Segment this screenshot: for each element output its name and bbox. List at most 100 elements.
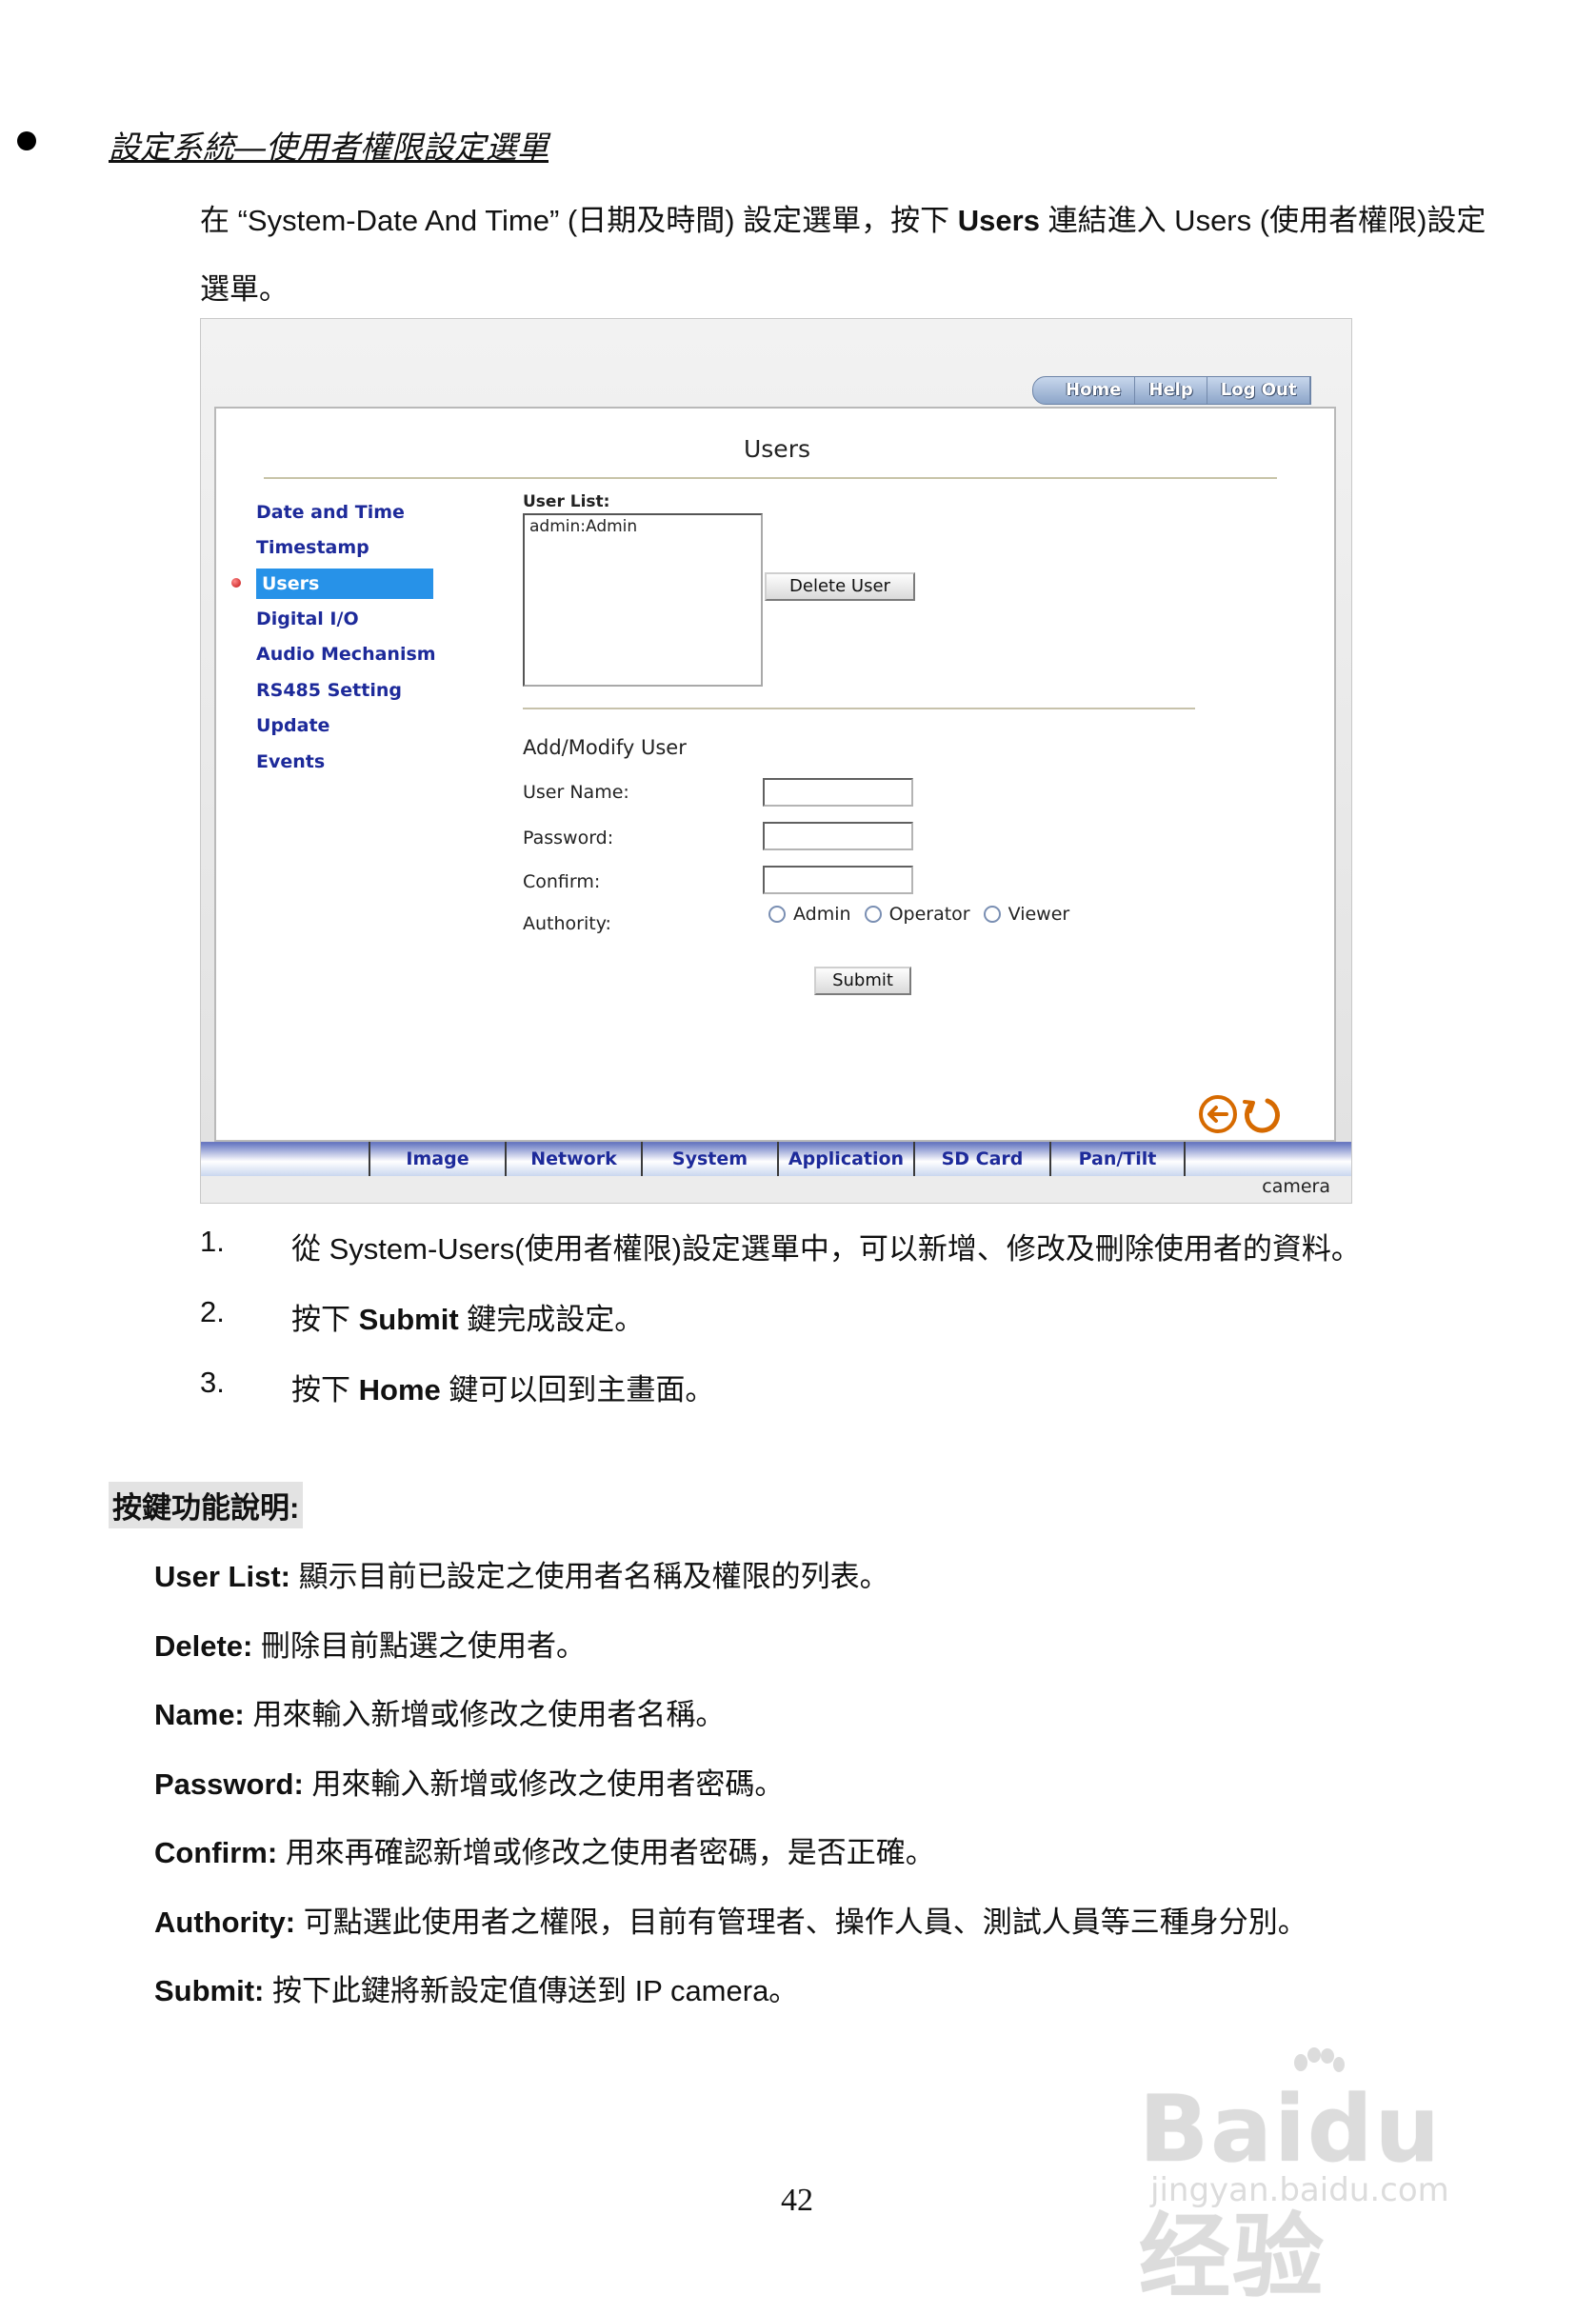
list-item: Name: 用來輸入新增或修改之使用者名稱。	[154, 1690, 1535, 1760]
definition-desc: 顯示目前已設定之使用者名稱及權限的列表。	[289, 1560, 889, 1593]
authority-option-label: Operator	[888, 904, 970, 925]
list-item: 3. 按下 Home 鍵可以回到主畫面。	[200, 1366, 1533, 1436]
definition-term: Delete:	[154, 1628, 253, 1663]
authority-label: Authority:	[523, 913, 611, 934]
sidebar-item-events[interactable]: Events	[256, 751, 325, 772]
section-heading-link[interactable]: 設定系統—使用者權限設定選單	[109, 122, 549, 168]
sidebar-item-rs485-setting[interactable]: RS485 Setting	[256, 680, 402, 701]
confirm-input[interactable]	[763, 866, 913, 894]
page-number: 42	[781, 2183, 813, 2218]
step-text: 按下 Submit 鍵完成設定。	[291, 1295, 644, 1338]
section-title: 按鍵功能說明:	[109, 1482, 304, 1528]
definition-term: Confirm:	[154, 1836, 278, 1869]
user-list-item[interactable]: admin:Admin	[529, 517, 756, 536]
step-text-part: 鍵可以回到主畫面。	[440, 1373, 715, 1407]
camera-ui-screenshot: Home Help Log Out Users Date and Time Ti…	[200, 318, 1352, 1204]
step-number: 2.	[200, 1295, 225, 1328]
sidebar-item-users[interactable]: Users	[256, 569, 433, 599]
watermark-sub-text: jingyan.baidu.com	[1150, 2171, 1449, 2209]
list-item: Delete: 刪除目前點選之使用者。	[154, 1622, 1535, 1691]
radio-icon[interactable]	[864, 906, 882, 923]
list-item: Authority: 可點選此使用者之權限，目前有管理者、操作人員、測試人員等三…	[154, 1898, 1535, 1967]
sidebar-item-timestamp[interactable]: Timestamp	[256, 537, 369, 558]
page-title: Users	[743, 435, 810, 463]
user-name-input[interactable]	[763, 778, 913, 807]
definition-desc: 刪除目前點選之使用者。	[252, 1628, 586, 1663]
authority-option-label: Viewer	[1007, 904, 1070, 925]
bullet-dot	[17, 131, 36, 150]
definition-term: Authority:	[154, 1905, 296, 1939]
list-item: 2. 按下 Submit 鍵完成設定。	[200, 1295, 1533, 1366]
radio-icon[interactable]	[768, 906, 786, 923]
sidebar-item-update[interactable]: Update	[256, 715, 329, 736]
definition-desc: 用來輸入新增或修改之使用者名稱。	[244, 1698, 726, 1731]
tab-image[interactable]: Image	[369, 1142, 505, 1176]
intro-text-1: 在 “System-Date And Time” (日期及時間) 設定選單，按下	[200, 204, 958, 237]
list-item: Submit: 按下此鍵將新設定值傳送到 IP camera。	[154, 1966, 1535, 2036]
user-list-label: User List:	[523, 492, 610, 511]
tab-pan-tilt[interactable]: Pan/Tilt	[1049, 1142, 1186, 1176]
step-text-part: 按下	[291, 1373, 359, 1407]
tab-application[interactable]: Application	[777, 1142, 913, 1176]
confirm-label: Confirm:	[523, 871, 601, 892]
steps-list: 1. 從 System-Users(使用者權限)設定選單中，可以新增、修改及刪除…	[200, 1225, 1533, 1436]
step-bold-term: Home	[358, 1373, 441, 1407]
brand-label: camera	[1262, 1176, 1330, 1197]
authority-option-admin[interactable]: Admin	[768, 904, 851, 925]
list-item: User List: 顯示目前已設定之使用者名稱及權限的列表。	[154, 1552, 1535, 1622]
help-nav-button[interactable]: Help	[1135, 377, 1207, 404]
definition-term: Submit:	[154, 1974, 265, 2007]
password-input[interactable]	[763, 822, 913, 850]
add-modify-title: Add/Modify User	[523, 736, 687, 759]
step-text-part: 從 System-Users(使用者權限)設定選單中，可以新增、修改及刪除使用者…	[291, 1232, 1361, 1266]
definition-term: User List:	[154, 1560, 290, 1593]
definition-term: Password:	[154, 1766, 304, 1801]
authority-radio-group: Admin Operator Viewer	[768, 904, 1083, 925]
top-navigation: Home Help Log Out	[1032, 376, 1312, 405]
delete-user-button[interactable]: Delete User	[765, 572, 915, 601]
baidu-watermark: Baidu经验 jingyan.baidu.com	[1139, 2047, 1501, 2310]
intro-paragraph: 在 “System-Date And Time” (日期及時間) 設定選單，按下…	[200, 187, 1514, 324]
list-item: Password: 用來輸入新增或修改之使用者密碼。	[154, 1760, 1535, 1829]
step-text-part: 按下	[291, 1303, 359, 1336]
sidebar-item-digital-io[interactable]: Digital I/O	[256, 609, 359, 629]
authority-option-viewer[interactable]: Viewer	[983, 904, 1070, 925]
step-number: 1.	[200, 1225, 225, 1258]
user-name-label: User Name:	[523, 782, 629, 803]
sidebar-item-audio-mechanism[interactable]: Audio Mechanism	[256, 644, 436, 665]
password-label: Password:	[523, 828, 614, 848]
definition-desc: 按下此鍵將新設定值傳送到 IP camera。	[264, 1974, 799, 2007]
footer-strip	[201, 1176, 1351, 1203]
intro-users-bold: Users	[957, 204, 1040, 237]
radio-icon[interactable]	[983, 906, 1001, 923]
definition-term: Name:	[154, 1698, 245, 1731]
step-number: 3.	[200, 1366, 225, 1399]
definition-list: User List: 顯示目前已設定之使用者名稱及權限的列表。 Delete: …	[154, 1552, 1535, 2036]
back-refresh-icons	[1199, 1095, 1280, 1133]
user-list-box[interactable]: admin:Admin	[523, 513, 763, 687]
list-item: 1. 從 System-Users(使用者權限)設定選單中，可以新增、修改及刪除…	[200, 1225, 1533, 1295]
definition-desc: 可點選此使用者之權限，目前有管理者、操作人員、測試人員等三種身分別。	[295, 1905, 1307, 1939]
tab-network[interactable]: Network	[505, 1142, 641, 1176]
definition-desc: 用來再確認新增或修改之使用者密碼，是否正確。	[277, 1836, 935, 1869]
step-text-part: 鍵完成設定。	[458, 1303, 645, 1336]
sidebar-item-date-and-time[interactable]: Date and Time	[256, 502, 405, 523]
step-bold-term: Submit	[358, 1303, 459, 1336]
refresh-icon[interactable]	[1243, 1098, 1280, 1133]
bottom-tabs: Image Network System Application SD Card…	[369, 1142, 1186, 1176]
submit-button[interactable]: Submit	[814, 967, 911, 995]
logout-nav-button[interactable]: Log Out	[1207, 377, 1311, 404]
content-panel: Users Date and Time Timestamp Users Digi…	[214, 407, 1336, 1142]
home-nav-button[interactable]: Home	[1033, 377, 1136, 404]
list-item: Confirm: 用來再確認新增或修改之使用者密碼，是否正確。	[154, 1828, 1535, 1898]
title-divider	[264, 477, 1277, 479]
tab-system[interactable]: System	[641, 1142, 777, 1176]
back-arrow-icon[interactable]	[1199, 1095, 1237, 1133]
authority-option-operator[interactable]: Operator	[864, 904, 970, 925]
active-indicator-icon	[231, 578, 241, 588]
form-divider	[523, 708, 1195, 709]
step-text: 按下 Home 鍵可以回到主畫面。	[291, 1366, 714, 1408]
authority-option-label: Admin	[793, 904, 851, 925]
tab-sd-card[interactable]: SD Card	[913, 1142, 1049, 1176]
definition-desc: 用來輸入新增或修改之使用者密碼。	[303, 1766, 785, 1801]
